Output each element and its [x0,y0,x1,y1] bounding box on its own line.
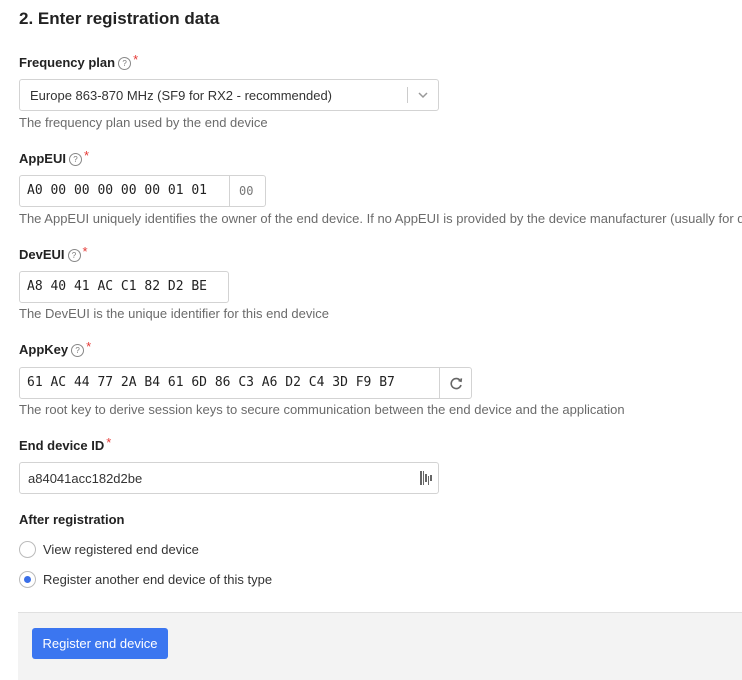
app-key-label: AppKey? * [19,339,92,357]
select-divider [407,87,408,103]
after-registration-label: After registration [19,512,125,527]
radio-view-registered[interactable] [19,541,36,558]
app-eui-description: The AppEUI uniquely identifies the owner… [19,211,742,226]
app-key-input[interactable]: 61 AC 44 77 2A B4 61 6D 86 C3 A6 D2 C4 3… [19,367,472,399]
frequency-plan-label: Frequency plan? * [19,52,139,70]
end-device-id-value: a84041acc182d2be [28,471,143,486]
app-eui-value: A0 00 00 00 00 00 01 01 [27,183,208,198]
required-marker: * [83,148,90,163]
dev-eui-description: The DevEUI is the unique identifier for … [19,306,330,321]
required-marker: * [86,339,92,354]
frequency-plan-description: The frequency plan used by the end devic… [19,115,268,130]
help-circle-icon[interactable]: ? [71,344,85,357]
radio-register-another[interactable] [19,571,36,588]
form-footer: Register end device [18,612,742,680]
frequency-plan-value: Europe 863-870 MHz (SF9 for RX2 - recomm… [30,88,333,103]
frequency-plan-select[interactable]: Europe 863-870 MHz (SF9 for RX2 - recomm… [19,79,439,111]
barcode-icon [420,471,432,485]
end-device-id-input[interactable]: a84041acc182d2be [19,462,439,494]
end-device-id-label: End device ID * [19,435,112,453]
required-marker: * [133,52,139,67]
radio-view-registered-label[interactable]: View registered end device [43,542,199,557]
dev-eui-label: DevEUI? * [19,244,88,262]
register-end-device-button[interactable]: Register end device [32,628,168,659]
refresh-icon [450,377,463,390]
help-circle-icon[interactable]: ? [118,57,132,70]
app-eui-suffix-text: 00 [239,184,254,198]
app-eui-input[interactable]: A0 00 00 00 00 00 01 01 00 [19,175,266,207]
app-key-generate-button[interactable] [439,368,472,398]
required-marker: * [82,244,88,259]
section-title: 2. Enter registration data [19,9,220,28]
app-key-description: The root key to derive session keys to s… [19,402,625,417]
radio-register-another-label[interactable]: Register another end device of this type [43,572,272,587]
app-eui-label: AppEUI? * [19,148,90,166]
dev-eui-value: A8 40 41 AC C1 82 D2 BE [27,279,208,294]
dev-eui-input[interactable]: A8 40 41 AC C1 82 D2 BE [19,271,229,303]
chevron-down-icon[interactable] [417,89,429,101]
app-key-value: 61 AC 44 77 2A B4 61 6D 86 C3 A6 D2 C4 3… [27,375,395,390]
app-eui-suffix: 00 [229,176,266,206]
required-marker: * [106,435,112,450]
help-circle-icon[interactable]: ? [67,249,81,262]
help-circle-icon[interactable]: ? [68,153,82,166]
